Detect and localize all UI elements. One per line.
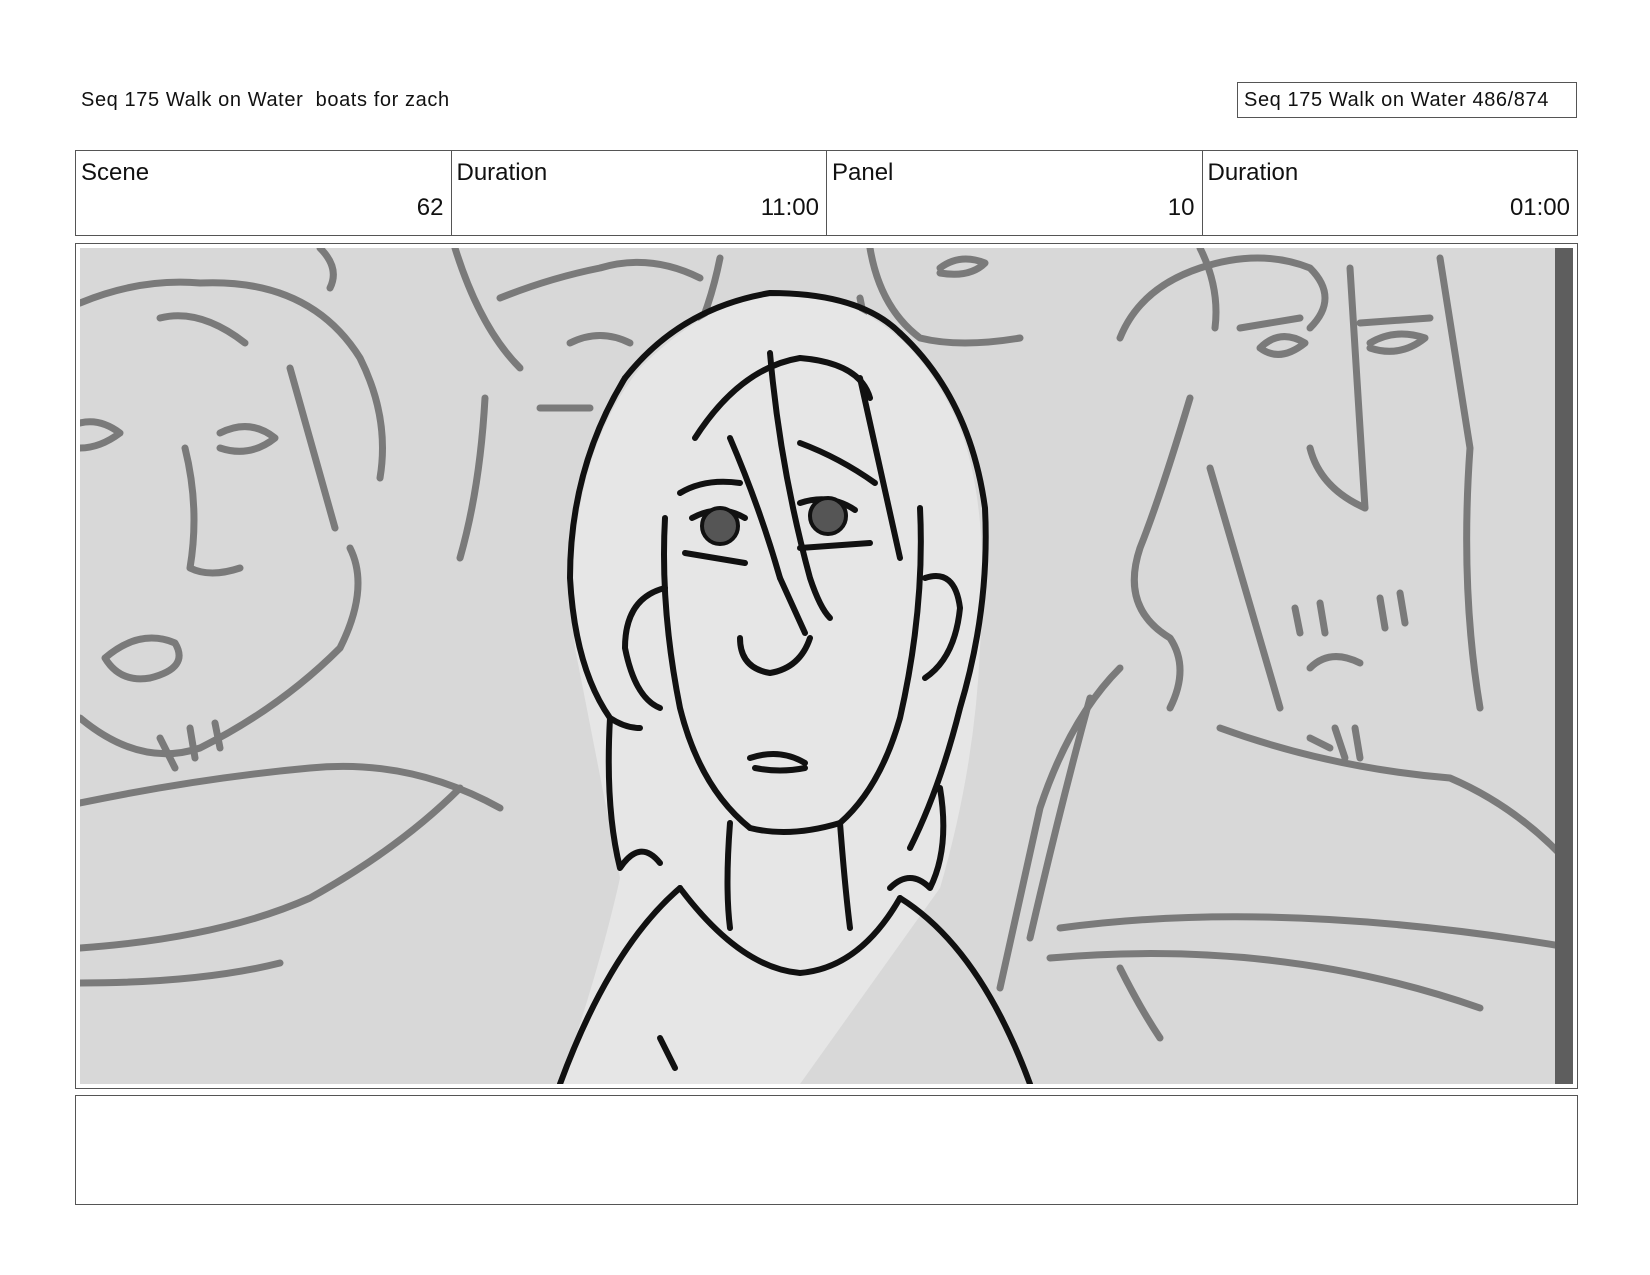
storyboard-sketch-image xyxy=(80,248,1573,1084)
page-counter: Seq 175 Walk on Water 486/874 xyxy=(1237,82,1577,118)
scene-label: Scene xyxy=(81,159,150,186)
right-edge-shade xyxy=(1555,248,1573,1084)
panel-label: Panel xyxy=(832,159,894,186)
panel-cell: Panel 10 xyxy=(827,151,1203,235)
right-eye-pupil xyxy=(808,496,848,536)
panel-value: 10 xyxy=(1167,194,1195,221)
scene-value: 62 xyxy=(416,194,444,221)
scene-duration-label: Duration xyxy=(456,159,548,186)
scene-cell: Scene 62 xyxy=(76,151,452,235)
document-title: Seq 175 Walk on Water boats for zach xyxy=(81,89,450,111)
panel-duration-cell: Duration 01:00 xyxy=(1203,151,1578,235)
scene-duration-cell: Duration 11:00 xyxy=(452,151,827,235)
panel-notes-box xyxy=(75,1095,1578,1205)
left-eye-pupil xyxy=(700,506,740,546)
scene-duration-value: 11:00 xyxy=(760,194,819,221)
storyboard-panel xyxy=(75,243,1578,1089)
scene-info-table: Scene 62 Duration 11:00 Panel 10 Duratio… xyxy=(75,150,1578,236)
panel-duration-value: 01:00 xyxy=(1509,194,1570,221)
panel-duration-label: Duration xyxy=(1207,159,1299,186)
